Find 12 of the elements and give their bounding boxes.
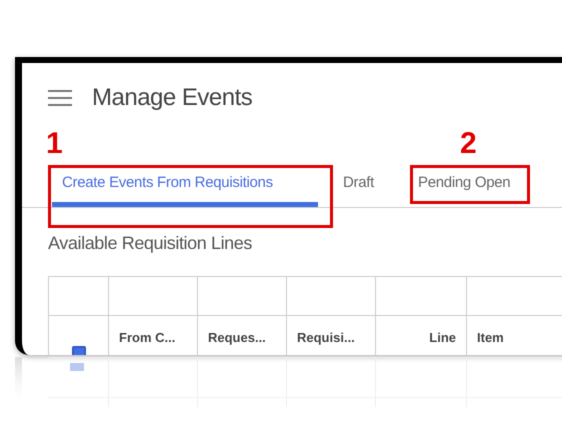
column-header[interactable]: Reques... <box>208 328 266 348</box>
page-title: Manage Events <box>92 83 252 113</box>
tab[interactable]: Draft <box>343 172 374 207</box>
tab[interactable]: Pending Open <box>418 172 510 207</box>
column-header[interactable]: Requisi... <box>297 328 355 348</box>
tab[interactable]: Create Events From Requisitions <box>52 172 318 207</box>
section-title: Available Requisition Lines <box>48 232 252 255</box>
annotation-number: 1 <box>46 129 63 159</box>
column-header[interactable]: Line <box>429 328 456 348</box>
column-header[interactable]: Item <box>477 328 504 348</box>
column-header[interactable]: From C... <box>119 328 176 348</box>
annotation-number: 2 <box>460 129 477 159</box>
